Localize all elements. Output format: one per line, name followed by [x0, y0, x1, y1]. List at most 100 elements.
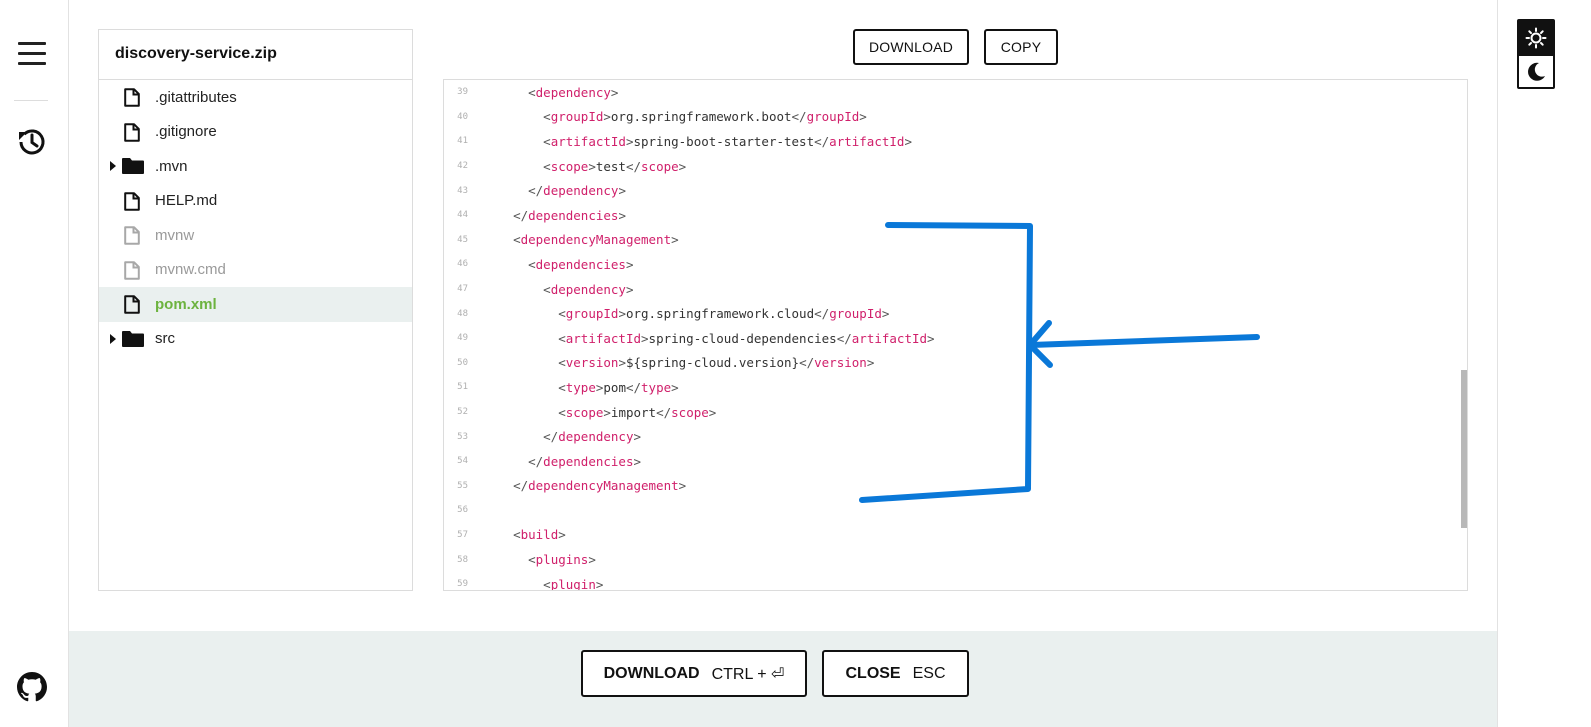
menu-icon[interactable]	[18, 42, 46, 66]
tree-item-label: pom.xml	[155, 295, 217, 313]
scrollbar-thumb[interactable]	[1461, 370, 1467, 528]
code-text: <scope>import</scope>	[558, 404, 717, 420]
code-line: 54 </dependencies>	[444, 449, 1467, 474]
code-text: <dependencyManagement>	[513, 232, 679, 248]
code-line: 41 <artifactId>spring-boot-starter-test<…	[444, 129, 1467, 154]
github-icon[interactable]	[17, 672, 47, 702]
code-viewer[interactable]: 39 <dependency> 40 <groupId>org.springfra…	[443, 79, 1468, 591]
tree-item-label: .mvn	[155, 157, 188, 175]
tree-item-label: src	[155, 330, 175, 348]
code-text: <plugins>	[528, 552, 596, 568]
file-tree: discovery-service.zip .gitattributes .git…	[98, 29, 413, 591]
tree-item-label: .gitignore	[155, 123, 217, 141]
tree-file[interactable]: pom.xml	[99, 287, 412, 322]
code-line: 51 <type>pom</type>	[444, 375, 1467, 400]
right-rail	[1497, 0, 1591, 727]
caret-right-icon[interactable]	[110, 161, 116, 171]
code-line: 59 <plugin>	[444, 572, 1467, 591]
line-number: 47	[457, 284, 468, 295]
footer-close-button[interactable]: CLOSE ESC	[822, 650, 969, 697]
code-text: <artifactId>spring-cloud-dependencies</a…	[558, 330, 935, 346]
tree-item-label: mvnw	[155, 226, 195, 244]
code-lines: 39 <dependency> 40 <groupId>org.springfra…	[444, 80, 1467, 591]
code-line: 55 </dependencyManagement>	[444, 474, 1467, 499]
tree-item-label: mvnw.cmd	[155, 261, 226, 279]
line-number: 56	[457, 505, 468, 516]
copy-button[interactable]: COPY	[984, 29, 1058, 65]
tree-file[interactable]: .gitattributes	[99, 80, 412, 115]
tree-item-label: .gitattributes	[155, 88, 237, 106]
file-icon	[124, 191, 144, 211]
code-line: 52 <scope>import</scope>	[444, 400, 1467, 425]
code-line: 56	[444, 498, 1467, 523]
theme-switcher	[1517, 19, 1555, 89]
moon-icon[interactable]	[1519, 54, 1553, 87]
line-number: 46	[457, 259, 468, 270]
footer-download-label: DOWNLOAD	[603, 664, 700, 682]
line-number: 59	[457, 579, 468, 590]
close-shortcut: ESC	[912, 664, 946, 682]
footer-download-button[interactable]: DOWNLOAD CTRL + ⏎	[581, 650, 807, 697]
line-number: 39	[457, 87, 468, 98]
file-icon	[124, 295, 144, 314]
code-line: 50 <version>${spring-cloud.version}</ver…	[444, 351, 1467, 376]
line-number: 49	[457, 333, 468, 344]
code-line: 49 <artifactId>spring-cloud-dependencies…	[444, 326, 1467, 351]
code-line: 42 <scope>test</scope>	[444, 154, 1467, 179]
code-text: <build>	[513, 527, 566, 543]
code-text: </dependency>	[528, 183, 626, 199]
line-number: 41	[457, 136, 468, 147]
tree-folder[interactable]: .mvn	[99, 149, 412, 184]
code-line: 48 <groupId>org.springframework.cloud</g…	[444, 301, 1467, 326]
code-text: <scope>test</scope>	[543, 158, 687, 174]
tree-folder[interactable]: src	[99, 322, 412, 357]
download-button[interactable]: DOWNLOAD	[853, 29, 969, 65]
code-text: </dependencies>	[528, 453, 642, 469]
code-line: 46 <dependencies>	[444, 252, 1467, 277]
line-number: 40	[457, 111, 468, 122]
code-text: <dependency>	[543, 281, 634, 297]
tree-file[interactable]: mvnw.cmd	[99, 253, 412, 288]
code-text: </dependencies>	[513, 207, 626, 223]
line-number: 57	[457, 529, 468, 540]
line-number: 58	[457, 554, 468, 565]
folder-icon	[122, 158, 144, 174]
tree-item-label: HELP.md	[155, 192, 218, 210]
footer-bar: DOWNLOAD CTRL + ⏎ CLOSE ESC	[69, 631, 1497, 727]
code-text: </dependencyManagement>	[513, 478, 687, 494]
code-text: <plugin>	[543, 576, 604, 591]
file-icon	[124, 226, 144, 245]
zip-name: discovery-service.zip	[99, 30, 412, 80]
code-text: <version>${spring-cloud.version}</versio…	[558, 355, 875, 371]
rail-divider	[14, 100, 48, 101]
download-shortcut: CTRL + ⏎	[711, 665, 785, 683]
line-number: 50	[457, 357, 468, 368]
history-icon[interactable]	[16, 126, 48, 158]
code-line: 43 </dependency>	[444, 178, 1467, 203]
line-number: 52	[457, 407, 468, 418]
file-icon	[124, 122, 144, 142]
line-number: 48	[457, 308, 468, 319]
line-number: 45	[457, 234, 468, 245]
tree-file[interactable]: HELP.md	[99, 184, 412, 219]
line-number: 54	[457, 456, 468, 467]
footer-close-label: CLOSE	[845, 664, 901, 682]
sun-icon[interactable]	[1519, 21, 1553, 54]
line-number: 44	[457, 210, 468, 221]
code-text: </dependency>	[543, 429, 642, 445]
code-line: 53 </dependency>	[444, 424, 1467, 449]
tree-file[interactable]: .gitignore	[99, 115, 412, 150]
tree-file[interactable]: mvnw	[99, 218, 412, 253]
line-number: 43	[457, 185, 468, 196]
code-line: 40 <groupId>org.springframework.boot</gr…	[444, 105, 1467, 130]
code-text: <dependencies>	[528, 256, 634, 272]
caret-right-icon[interactable]	[110, 333, 116, 344]
code-text: <type>pom</type>	[558, 379, 679, 395]
line-number: 42	[457, 161, 468, 172]
code-text: <dependency>	[528, 84, 619, 100]
left-rail	[0, 0, 69, 727]
line-number: 55	[457, 480, 468, 491]
code-line: 57 <build>	[444, 523, 1467, 548]
file-list: .gitattributes .gitignore .mvn HELP.md mvnw m…	[99, 80, 412, 356]
main-panel: discovery-service.zip .gitattributes .git…	[70, 0, 1497, 631]
